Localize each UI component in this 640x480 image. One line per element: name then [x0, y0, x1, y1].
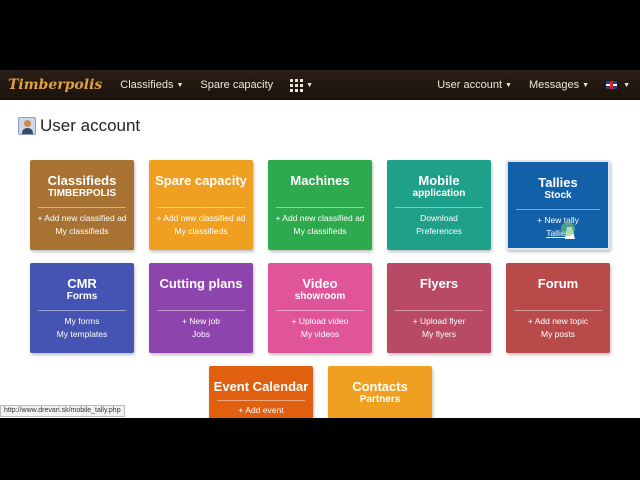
tile-title: CMR — [67, 276, 97, 291]
video-letterbox-bottom — [0, 418, 640, 480]
tile-link[interactable]: + New tally — [508, 214, 608, 227]
nav-apps-menu[interactable]: ▼ — [290, 78, 314, 92]
tile-divider — [157, 207, 245, 208]
nav-classifieds-label: Classifieds — [120, 79, 174, 91]
mouse-cursor-icon — [561, 222, 576, 241]
user-account-icon — [18, 117, 36, 135]
tile-divider — [157, 310, 245, 311]
nav-language[interactable]: ▼ — [606, 81, 630, 89]
tile-link[interactable]: + Upload video — [268, 315, 372, 328]
tile-divider — [38, 207, 126, 208]
tile-event-calendar[interactable]: Event Calendar + Add event — [209, 366, 313, 418]
tile-link[interactable]: My templates — [30, 328, 134, 341]
nav-spare-capacity[interactable]: Spare capacity — [200, 79, 273, 91]
tile-link[interactable]: My forms — [30, 315, 134, 328]
tile-link[interactable]: Jobs — [149, 328, 253, 341]
tile-subtitle: Partners — [359, 394, 401, 405]
tile-link[interactable]: + Add new classified ad — [268, 212, 372, 225]
tile-title: Cutting plans — [159, 276, 243, 291]
tile-link[interactable]: My classifieds — [149, 225, 253, 238]
tile-link[interactable]: Preferences — [387, 225, 491, 238]
tile-mobile-application[interactable]: Mobile application Download Preferences — [387, 160, 491, 250]
nav-spare-capacity-label: Spare capacity — [200, 79, 274, 91]
grid-icon — [290, 78, 304, 92]
tile-subtitle: application — [412, 188, 466, 199]
tile-subtitle: showroom — [294, 291, 346, 302]
top-navbar: Timberpolis Classifieds ▼ Spare capacity… — [0, 70, 640, 100]
tile-title: Machines — [290, 173, 350, 188]
tile-link[interactable]: My videos — [268, 328, 372, 341]
tile-title: Video — [302, 276, 338, 291]
page-title: User account — [18, 116, 140, 136]
nav-messages[interactable]: Messages ▼ — [529, 79, 589, 91]
tile-cmr[interactable]: CMR Forms My forms My templates — [30, 263, 134, 353]
tile-title: Mobile — [418, 173, 460, 188]
tile-divider — [276, 310, 364, 311]
status-bar-url: http://www.drevari.sk/mobile_tally.php — [0, 405, 125, 417]
tile-link[interactable]: + Add event — [209, 404, 313, 417]
nav-user-account-label: User account — [437, 79, 503, 91]
tile-cutting-plans[interactable]: Cutting plans + New job Jobs — [149, 263, 253, 353]
tile-classifieds[interactable]: Classifieds TIMBERPOLIS + Add new classi… — [30, 160, 134, 250]
caret-down-icon: ▼ — [582, 81, 590, 89]
video-letterbox-top — [0, 0, 640, 70]
brand-logo[interactable]: Timberpolis — [8, 77, 102, 93]
tile-divider — [38, 310, 126, 311]
tile-title: Forum — [537, 276, 579, 291]
tile-spare-capacity[interactable]: Spare capacity + Add new classified ad M… — [149, 160, 253, 250]
caret-down-icon: ▼ — [623, 81, 630, 89]
tile-divider — [217, 400, 305, 401]
caret-down-icon: ▼ — [306, 81, 314, 89]
tile-link[interactable]: + New job — [149, 315, 253, 328]
tile-subtitle: Forms — [66, 291, 98, 302]
tile-link[interactable]: My posts — [506, 328, 610, 341]
tile-title: Classifieds — [47, 173, 117, 188]
tile-flyers[interactable]: Flyers + Upload flyer My flyers — [387, 263, 491, 353]
nav-right: User account ▼ Messages ▼ ▼ — [437, 79, 640, 91]
tile-title: Event Calendar — [213, 379, 309, 394]
main-content: User account Classifieds TIMBERPOLIS + A… — [0, 100, 640, 418]
tile-link[interactable]: + Add new classified ad — [149, 212, 253, 225]
caret-down-icon: ▼ — [176, 81, 184, 89]
tile-tallies[interactable]: Tallies Stock + New tally Tallies — [506, 160, 610, 250]
tile-link[interactable]: + Add new classified ad — [30, 212, 134, 225]
nav-user-account[interactable]: User account ▼ — [437, 79, 512, 91]
tile-subtitle: Stock — [544, 190, 572, 201]
page-title-text: User account — [40, 116, 141, 135]
tile-title: Flyers — [419, 276, 459, 291]
tile-title: Spare capacity — [155, 173, 247, 188]
tile-divider — [395, 310, 483, 311]
tile-link[interactable]: Tallies — [508, 227, 608, 240]
caret-down-icon: ▼ — [505, 81, 512, 89]
tile-contacts[interactable]: Contacts Partners — [328, 366, 432, 418]
tile-link[interactable]: + Add new topic — [506, 315, 610, 328]
tile-divider — [395, 207, 483, 208]
tile-video-showroom[interactable]: Video showroom + Upload video My videos — [268, 263, 372, 353]
tile-divider — [276, 207, 364, 208]
nav-messages-label: Messages — [528, 79, 580, 91]
tile-subtitle: TIMBERPOLIS — [47, 188, 117, 199]
tile-machines[interactable]: Machines + Add new classified ad My clas… — [268, 160, 372, 250]
tile-link[interactable]: My classifieds — [268, 225, 372, 238]
nav-classifieds[interactable]: Classifieds ▼ — [120, 79, 183, 91]
uk-flag-icon — [606, 81, 618, 89]
tile-forum[interactable]: Forum + Add new topic My posts — [506, 263, 610, 353]
tile-link[interactable]: Download — [387, 212, 491, 225]
tile-link[interactable]: My classifieds — [30, 225, 134, 238]
tile-link[interactable]: My flyers — [387, 328, 491, 341]
tile-title: Tallies — [538, 175, 578, 190]
tile-divider — [514, 310, 602, 311]
tile-title: Contacts — [352, 379, 408, 394]
tile-link[interactable]: + Upload flyer — [387, 315, 491, 328]
tile-divider — [516, 209, 600, 210]
